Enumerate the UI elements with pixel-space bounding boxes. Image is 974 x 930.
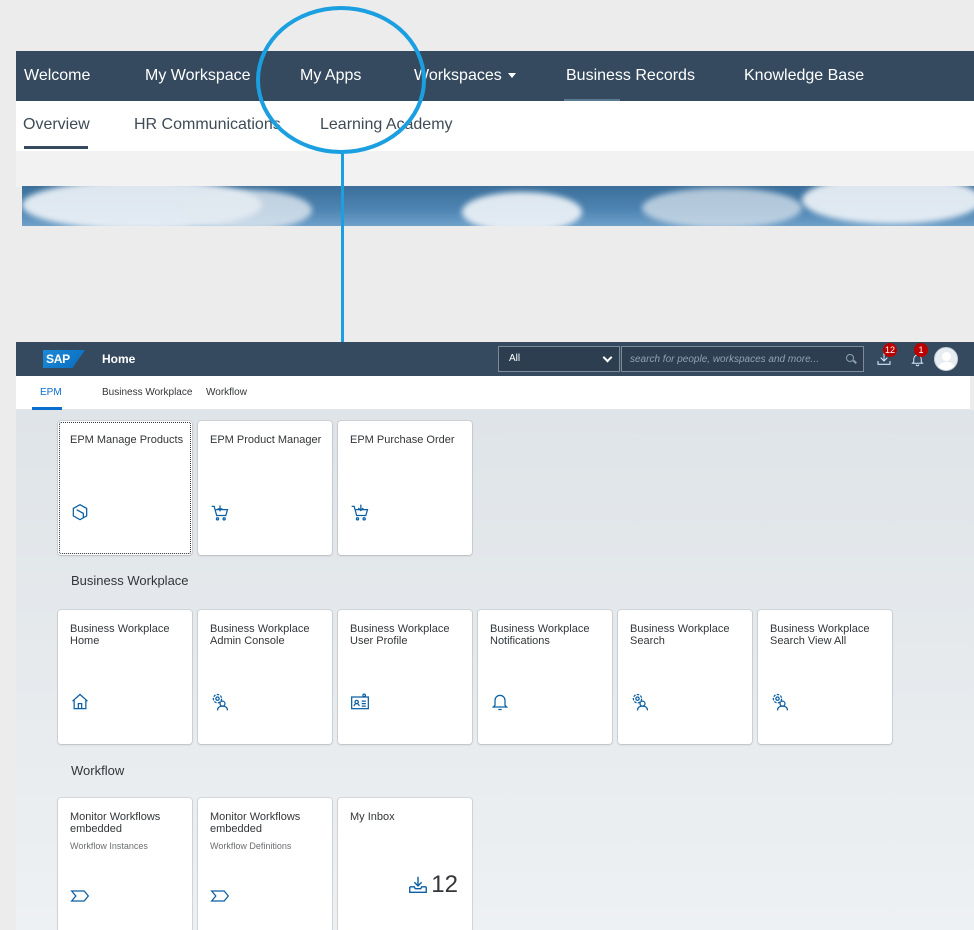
notifications-count-badge: 1 <box>914 343 928 357</box>
downloads-count-badge: 12 <box>883 343 898 357</box>
nav-workspaces-label: Workspaces <box>414 67 502 84</box>
id-card-icon <box>350 692 370 712</box>
sap-logo[interactable]: SAP <box>43 350 85 368</box>
callout-highlight-ellipse <box>256 6 426 154</box>
user-settings-icon <box>630 692 650 712</box>
search-scope-select[interactable]: All <box>498 346 620 372</box>
tile-monitor-workflows-definitions[interactable]: Monitor Workflows embedded Workflow Defi… <box>198 798 332 930</box>
tile-kpi: 12 <box>407 871 458 899</box>
notifications-button[interactable]: 1 <box>905 343 929 371</box>
hero-spacer <box>16 151 974 187</box>
group-title-workflow: Workflow <box>71 763 125 778</box>
tile-epm-manage-products[interactable]: EPM Manage Products <box>58 421 192 555</box>
tile-bw-search-view-all[interactable]: Business Workplace Search View All <box>758 610 892 744</box>
tile-epm-purchase-order[interactable]: EPM Purchase Order <box>338 421 472 555</box>
nav-business-records[interactable]: Business Records <box>566 51 695 101</box>
nav-knowledge-base[interactable]: Knowledge Base <box>744 51 864 101</box>
cart-arrow-icon <box>350 503 370 523</box>
bell-icon <box>490 692 510 712</box>
tile-bw-search[interactable]: Business Workplace Search <box>618 610 752 744</box>
inbox-icon <box>409 876 428 894</box>
tile-title: Business Workplace User Profile <box>350 623 450 647</box>
tile-title: Business Workplace Admin Console <box>210 623 310 647</box>
tile-title: Monitor Workflows embedded <box>70 811 161 835</box>
tile-title: Business Workplace Home <box>70 623 170 647</box>
subnav-hr-communications[interactable]: HR Communications <box>134 101 281 151</box>
tile-bw-admin-console[interactable]: Business Workplace Admin Console <box>198 610 332 744</box>
chevron-down-icon <box>602 352 613 363</box>
tile-bw-user-profile[interactable]: Business Workplace User Profile <box>338 610 472 744</box>
process-icon <box>70 886 90 906</box>
user-avatar[interactable] <box>934 347 958 371</box>
subnav-overview[interactable]: Overview <box>23 101 90 151</box>
inbox-count: 12 <box>431 871 458 898</box>
product-icon <box>70 503 90 523</box>
launchpad-shell-bar: SAP Home All 12 1 <box>16 342 974 376</box>
home-icon <box>70 692 90 712</box>
user-settings-icon <box>210 692 230 712</box>
portal-sub-nav: Overview HR Communications Learning Acad… <box>16 101 974 151</box>
caret-down-icon <box>507 73 516 79</box>
tile-title: EPM Manage Products <box>70 434 184 446</box>
tile-my-inbox[interactable]: My Inbox 12 <box>338 798 472 930</box>
nav-my-workspace[interactable]: My Workspace <box>145 51 251 101</box>
tile-subtitle: Workflow Instances <box>70 841 148 851</box>
search-icon[interactable] <box>846 354 854 362</box>
shell-title: Home <box>102 352 136 366</box>
nav-workspaces[interactable]: Workspaces <box>414 51 516 101</box>
hero-banner-image <box>22 186 974 226</box>
tab-workflow[interactable]: Workflow <box>206 376 247 410</box>
tile-subtitle: Workflow Definitions <box>210 841 292 851</box>
tile-title: My Inbox <box>350 811 395 823</box>
nav-welcome[interactable]: Welcome <box>24 51 90 101</box>
group-title-business-workplace: Business Workplace <box>71 573 189 588</box>
downloads-button[interactable]: 12 <box>872 343 898 371</box>
launchpad-tabs: EPM Business Workplace Workflow <box>16 376 970 410</box>
search-scope-value: All <box>509 353 521 364</box>
subnav-active-indicator <box>24 146 88 149</box>
tab-epm[interactable]: EPM <box>40 376 62 410</box>
cart-icon <box>210 503 230 523</box>
tile-bw-home[interactable]: Business Workplace Home <box>58 610 192 744</box>
tile-title: EPM Purchase Order <box>350 434 455 446</box>
tile-title: EPM Product Manager <box>210 434 322 446</box>
portal-top-nav: Welcome My Workspace My Apps Workspaces … <box>16 51 974 101</box>
tile-epm-product-manager[interactable]: EPM Product Manager <box>198 421 332 555</box>
tile-title: Monitor Workflows embedded <box>210 811 301 835</box>
user-settings-icon <box>770 692 790 712</box>
search-input[interactable] <box>621 346 864 372</box>
tile-monitor-workflows-instances[interactable]: Monitor Workflows embedded Workflow Inst… <box>58 798 192 930</box>
tile-bw-notifications[interactable]: Business Workplace Notifications <box>478 610 612 744</box>
tile-title: Business Workplace Search View All <box>770 623 870 647</box>
process-icon <box>210 886 230 906</box>
tab-business-workplace[interactable]: Business Workplace <box>102 376 192 410</box>
tile-title: Business Workplace Notifications <box>490 623 590 647</box>
tile-title: Business Workplace Search <box>630 623 730 647</box>
